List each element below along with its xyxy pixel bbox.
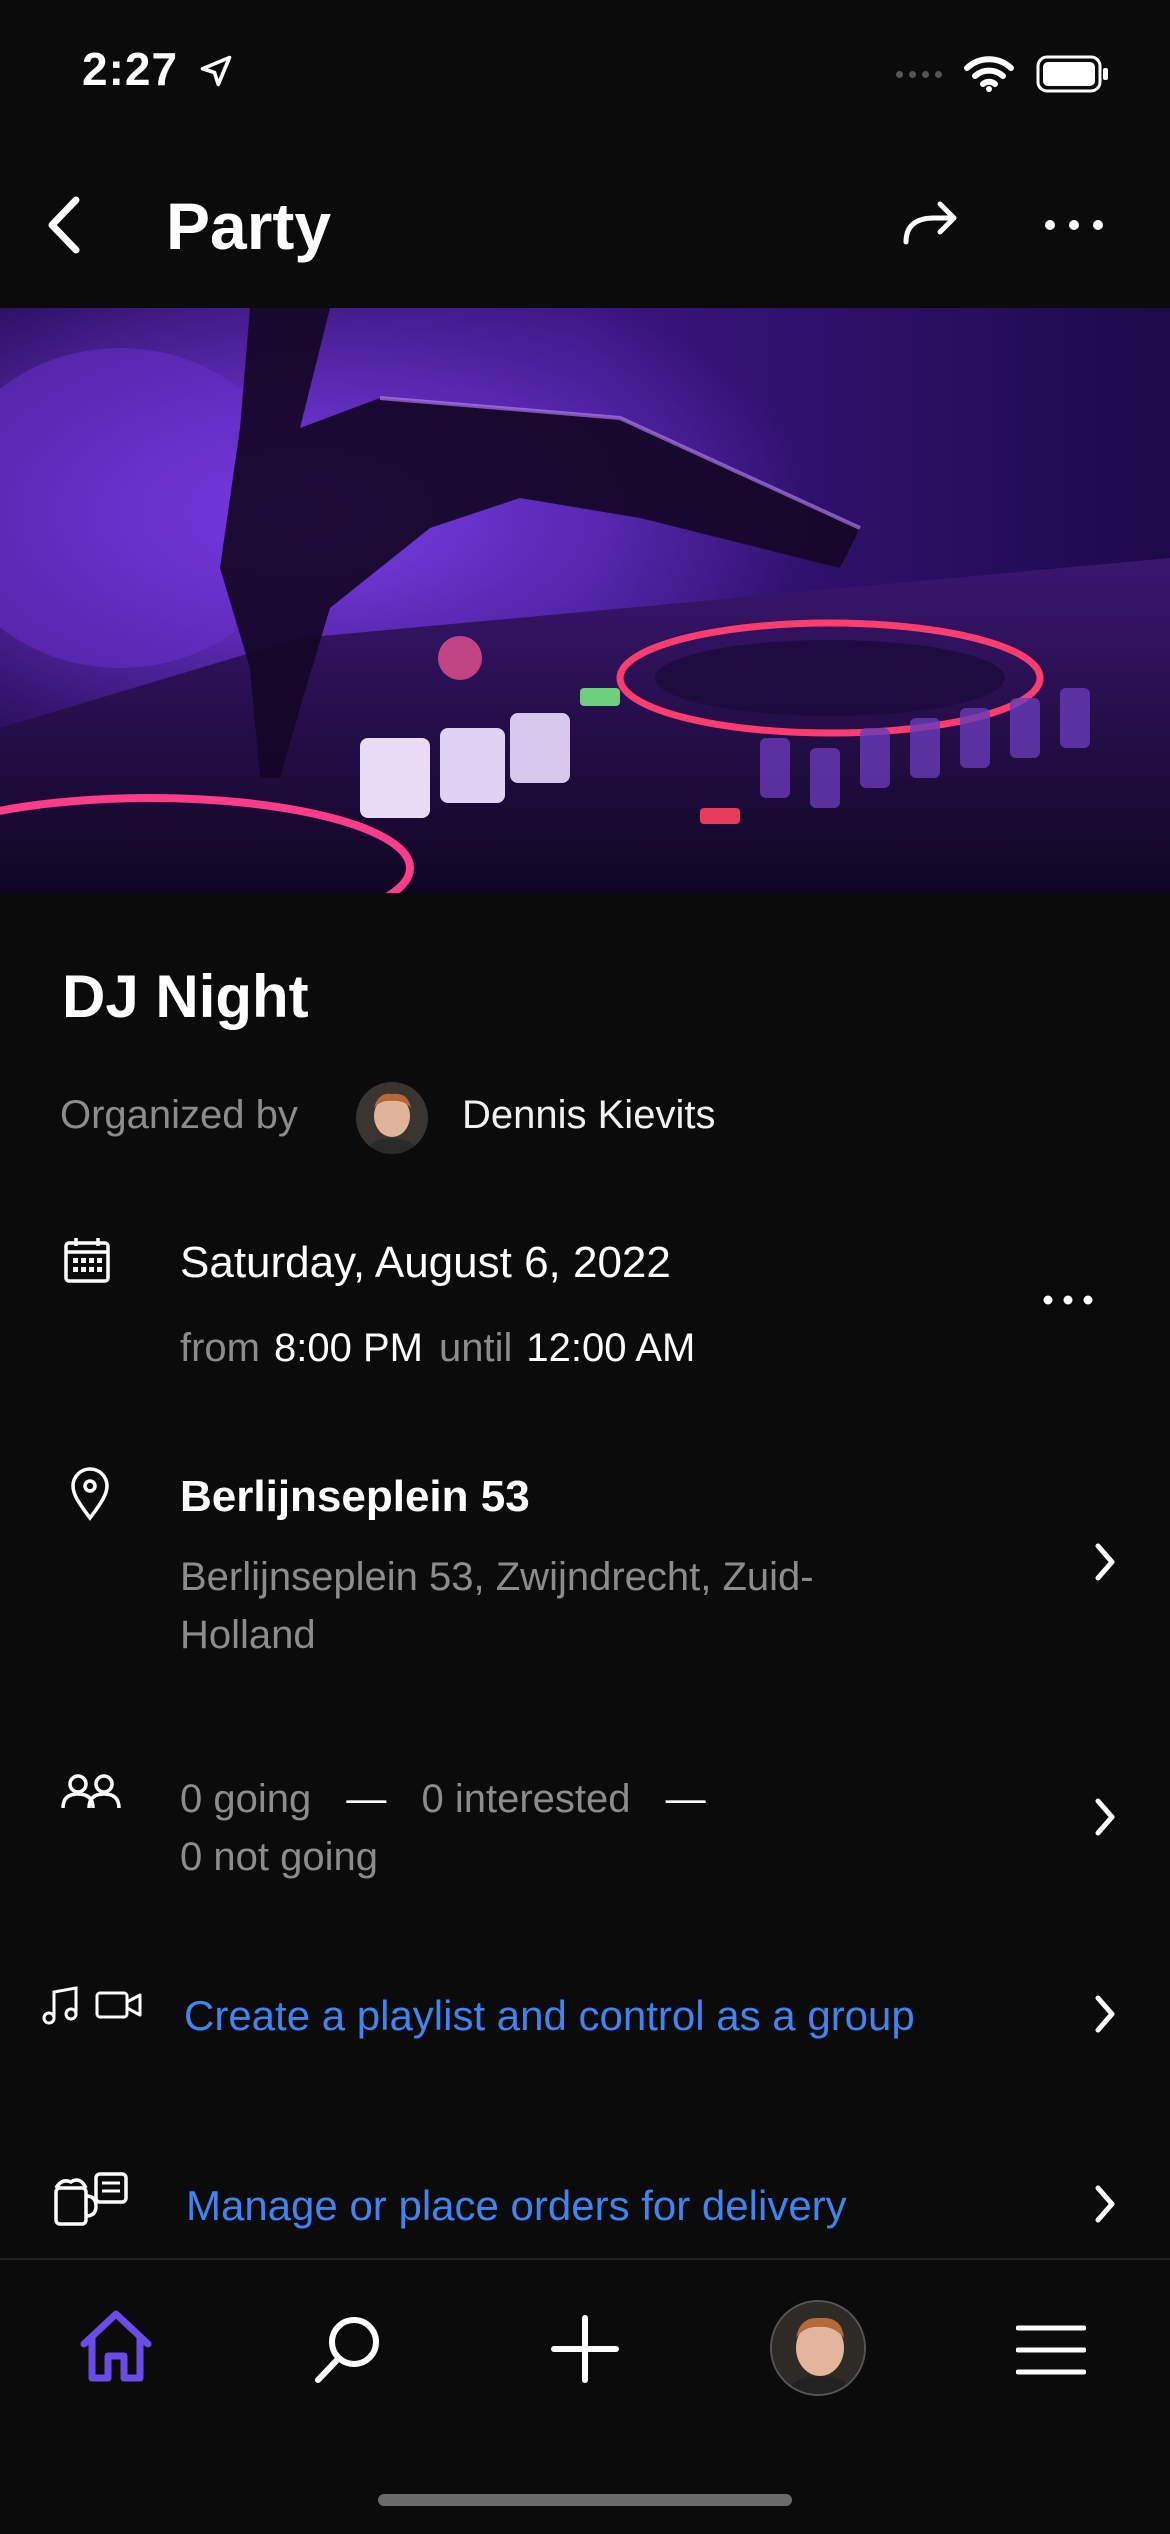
location-arrow-icon [200,55,232,87]
organizer-avatar[interactable] [356,1082,428,1154]
event-cover-image [0,308,1170,893]
event-title: DJ Night [62,963,309,1030]
not-going-count: 0 not going [180,1835,378,1879]
playlist-link[interactable]: Create a playlist and control as a group [184,1992,915,2040]
end-time: 12:00 AM [526,1326,696,1370]
tab-profile[interactable] [770,2300,866,2396]
tab-create[interactable] [550,2314,620,2384]
interested-count: 0 interested [421,1777,631,1821]
chevron-right-icon [1090,1992,1120,2041]
location-title: Berlijnseplein 53 [180,1472,530,1521]
orders-link-row[interactable]: Manage or place orders for delivery [0,2160,1170,2250]
wifi-icon [964,56,1014,92]
organizer-name[interactable]: Dennis Kievits [462,1093,715,1138]
playlist-link-row[interactable]: Create a playlist and control as a group [0,1970,1170,2060]
tab-menu[interactable] [1015,2322,1087,2378]
more-options-button[interactable] [1042,200,1106,250]
drinks-icon [52,2170,132,2235]
search-icon [315,2317,379,2383]
separator: — [346,1777,387,1821]
video-camera-icon [94,1988,144,2027]
separator: — [665,1777,706,1821]
chevron-right-icon [1090,1795,1120,1844]
home-indicator[interactable] [378,2494,792,2506]
share-button[interactable] [898,194,962,254]
event-date: Saturday, August 6, 2022 [180,1238,671,1287]
home-icon [80,2310,152,2382]
hamburger-menu-icon [1015,2325,1087,2375]
until-label: until [438,1326,513,1370]
event-time: from 8:00 PM until 12:00 AM [180,1326,711,1371]
music-note-icon [40,1984,84,2033]
location-address: Berlijnseplein 53, Zwijndrecht, Zuid-Hol… [180,1555,814,1657]
organized-by-label: Organized by [60,1093,298,1137]
calendar-icon [62,1236,116,1291]
tab-home[interactable] [76,2306,156,2386]
more-dots-icon [1045,220,1103,230]
attendance-summary: 0 going — 0 interested — 0 not going [180,1770,880,1886]
status-indicators [896,55,1110,93]
date-options-button[interactable] [1040,1280,1096,1320]
more-dots-icon [1043,1295,1093,1305]
cellular-signal-icon [896,70,942,78]
orders-link[interactable]: Manage or place orders for delivery [186,2182,847,2230]
location-pin-icon [68,1466,112,1527]
bottom-tab-bar [0,2258,1170,2534]
page-title: Party [166,189,332,263]
tab-search[interactable] [312,2312,386,2386]
chevron-right-icon [1090,1540,1120,1589]
status-time: 2:27 [82,42,234,96]
chevron-right-icon [1090,2182,1120,2231]
plus-icon [551,2315,619,2383]
back-chevron-icon [48,196,80,254]
battery-icon [1036,55,1108,93]
share-arrow-icon [903,201,957,245]
going-count: 0 going [180,1777,312,1821]
people-icon [60,1772,122,1817]
back-button[interactable] [40,190,100,260]
profile-avatar [772,2302,864,2394]
start-time: 8:00 PM [274,1326,423,1370]
from-label: from [180,1326,260,1370]
